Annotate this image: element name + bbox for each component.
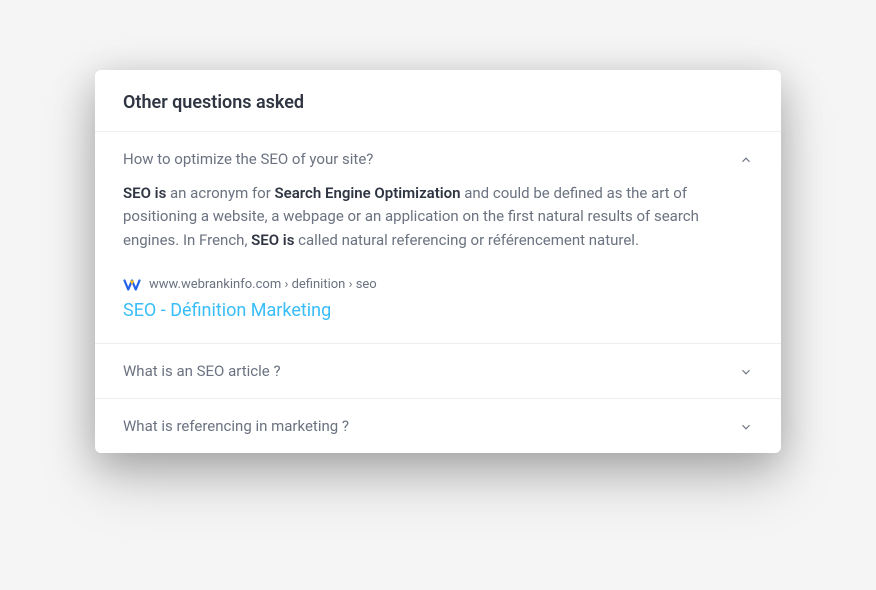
source-row: www.webrankinfo.com › definition › seo — [123, 276, 753, 294]
question-text: What is referencing in marketing ? — [123, 417, 349, 435]
answer-span: an acronym for — [166, 184, 274, 202]
answer-bold: SEO is — [123, 184, 166, 202]
card-title: Other questions asked — [123, 92, 753, 113]
question-body: SEO is an acronym for Search Engine Opti… — [95, 182, 781, 343]
question-toggle[interactable]: What is an SEO article ? — [95, 344, 781, 398]
chevron-down-icon — [739, 419, 753, 433]
chevron-down-icon — [739, 364, 753, 378]
answer-bold: SEO is — [251, 231, 294, 249]
answer-span: called natural referencing or référencem… — [294, 231, 638, 249]
answer-bold: Search Engine Optimization — [275, 184, 461, 202]
chevron-up-icon — [739, 152, 753, 166]
card-header: Other questions asked — [95, 70, 781, 132]
question-item: How to optimize the SEO of your site? SE… — [95, 132, 781, 344]
source-breadcrumb: www.webrankinfo.com › definition › seo — [149, 277, 377, 292]
source-link[interactable]: SEO - Définition Marketing — [123, 300, 331, 321]
question-item: What is referencing in marketing ? — [95, 399, 781, 453]
question-text: What is an SEO article ? — [123, 362, 281, 380]
questions-card: Other questions asked How to optimize th… — [95, 70, 781, 453]
answer-text: SEO is an acronym for Search Engine Opti… — [123, 182, 753, 252]
question-text: How to optimize the SEO of your site? — [123, 150, 373, 168]
site-favicon-icon — [123, 276, 141, 294]
question-toggle[interactable]: What is referencing in marketing ? — [95, 399, 781, 453]
question-toggle[interactable]: How to optimize the SEO of your site? — [95, 132, 781, 182]
question-item: What is an SEO article ? — [95, 344, 781, 399]
